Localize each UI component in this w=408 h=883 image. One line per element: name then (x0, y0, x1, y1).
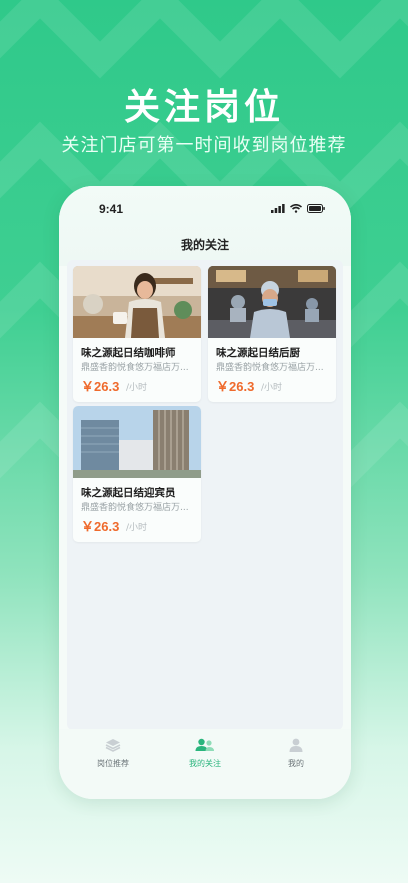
layers-icon (105, 739, 121, 752)
phone-header: 9:41 我的关注 (59, 186, 351, 266)
tab-mine[interactable]: 我的 (256, 737, 336, 769)
price-unit: /小时 (126, 383, 148, 393)
page-title: 我的关注 (180, 238, 229, 252)
tab-label: 岗位推荐 (97, 759, 129, 768)
price-unit: /小时 (126, 523, 148, 533)
job-price: ￥26.3 (81, 519, 120, 534)
tab-my-follows[interactable]: 我的关注 (165, 737, 245, 769)
job-card[interactable]: 味之源起日结后厨 鼎盛香韵悦食悠万福店万... ￥26.3 /小时 (208, 266, 336, 402)
job-card[interactable]: 味之源起日结咖啡师 鼎盛香韵悦食悠万福店万... ￥26.3 /小时 (73, 266, 201, 402)
tab-job-recommend[interactable]: 岗位推荐 (73, 737, 153, 769)
tab-label: 我的 (288, 759, 304, 768)
tab-label: 我的关注 (189, 759, 221, 768)
hero-subtitle: 关注门店可第一时间收到岗位推荐 (61, 135, 347, 156)
office-building-photo (73, 406, 201, 478)
kitchen-chef-photo (208, 266, 336, 338)
store-name: 鼎盛香韵悦食悠万福店万... (81, 363, 189, 373)
job-title: 味之源起日结后厨 (216, 347, 300, 359)
job-price: ￥26.3 (81, 379, 120, 394)
people-icon (195, 738, 214, 751)
store-name: 鼎盛香韵悦食悠万福店万... (81, 503, 189, 513)
job-card[interactable]: 味之源起日结迎宾员 鼎盛香韵悦食悠万福店万... ￥26.3 /小时 (73, 406, 201, 542)
price-unit: /小时 (261, 383, 283, 393)
bottom-tab-bar: 岗位推荐 我的关注 我的 (59, 729, 351, 799)
signal-icon (271, 204, 285, 213)
followed-jobs-list: 味之源起日结咖啡师 鼎盛香韵悦食悠万福店万... ￥26.3 /小时 味之源起日… (67, 260, 343, 730)
status-time: 9:41 (99, 202, 124, 216)
store-name: 鼎盛香韵悦食悠万福店万... (216, 363, 324, 373)
job-title: 味之源起日结咖啡师 (81, 347, 176, 359)
barista-photo (73, 266, 201, 338)
job-price: ￥26.3 (216, 379, 255, 394)
phone-mockup: 9:41 我的关注 味之源起日结咖啡师 鼎盛香韵悦食悠万福店万... ￥26.3… (59, 186, 351, 799)
person-icon (289, 738, 303, 752)
wifi-icon (290, 204, 302, 213)
hero-title: 关注岗位 (123, 87, 284, 128)
job-title: 味之源起日结迎宾员 (81, 487, 176, 499)
status-icons (271, 204, 325, 213)
battery-icon (307, 204, 325, 213)
